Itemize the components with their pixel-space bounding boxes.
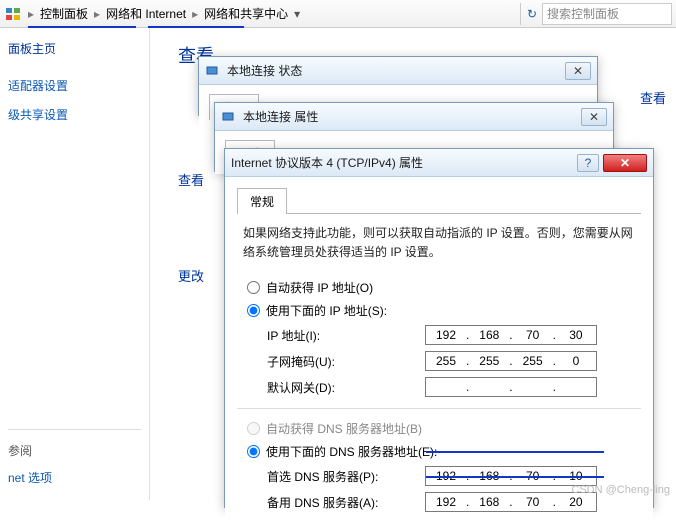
- radio-input[interactable]: [247, 304, 260, 317]
- radio-label: 使用下面的 IP 地址(S):: [266, 302, 387, 319]
- dialog-title: 本地连接 属性: [243, 108, 577, 125]
- annotation-underline: [426, 476, 604, 478]
- bg-text: 查看: [640, 88, 666, 107]
- help-button[interactable]: ?: [577, 154, 599, 172]
- tab-general[interactable]: 常规: [237, 188, 287, 214]
- radio-ip-auto[interactable]: 自动获得 IP 地址(O): [247, 276, 641, 299]
- dialog-tcpipv4-properties: Internet 协议版本 4 (TCP/IPv4) 属性 ? ✕ 常规 如果网…: [224, 148, 654, 508]
- titlebar[interactable]: Internet 协议版本 4 (TCP/IPv4) 属性 ? ✕: [225, 149, 653, 177]
- bg-text: 更改: [178, 266, 204, 285]
- sidebar-link-inet-options[interactable]: net 选项: [8, 463, 141, 492]
- titlebar[interactable]: 本地连接 状态 ✕: [199, 57, 597, 85]
- watermark: CSDN @Cheng-ling: [571, 484, 670, 496]
- network-icon: [205, 63, 221, 79]
- annotation-underline: [426, 451, 604, 453]
- chevron-right-icon: ▸: [92, 7, 102, 21]
- info-text: 如果网络支持此功能，则可以获取自动指派的 IP 设置。否则，您需要从网络系统管理…: [243, 224, 635, 262]
- dropdown-icon[interactable]: ▾: [292, 7, 302, 21]
- titlebar[interactable]: 本地连接 属性 ✕: [215, 103, 613, 131]
- close-button[interactable]: ✕: [581, 108, 607, 126]
- dns-mode-group: 自动获得 DNS 服务器地址(B) 使用下面的 DNS 服务器地址(E): 首选…: [247, 417, 641, 515]
- sidebar-title: 面板主页: [8, 40, 141, 57]
- annotation-underline: [148, 26, 244, 28]
- search-input[interactable]: 搜索控制面板: [542, 3, 672, 25]
- radio-input[interactable]: [247, 445, 260, 458]
- radio-input: [247, 422, 260, 435]
- ip-address-field[interactable]: 192.168.70.30: [425, 325, 597, 345]
- ip-mode-group: 自动获得 IP 地址(O) 使用下面的 IP 地址(S): IP 地址(I): …: [247, 276, 641, 400]
- radio-ip-manual[interactable]: 使用下面的 IP 地址(S):: [247, 299, 641, 322]
- label-dns2: 备用 DNS 服务器(A):: [267, 494, 425, 511]
- network-icon: [221, 109, 237, 125]
- radio-label: 自动获得 DNS 服务器地址(B): [266, 420, 422, 437]
- label-dns1: 首选 DNS 服务器(P):: [267, 468, 425, 485]
- sidebar-link-advanced-sharing[interactable]: 级共享设置: [8, 100, 141, 129]
- sidebar-link-adapter-settings[interactable]: 适配器设置: [8, 71, 141, 100]
- label-gateway: 默认网关(D):: [267, 379, 425, 396]
- close-button[interactable]: ✕: [565, 62, 591, 80]
- sidebar: 面板主页 适配器设置 级共享设置 参阅 net 选项: [0, 28, 150, 500]
- gateway-field[interactable]: ...: [425, 377, 597, 397]
- close-button[interactable]: ✕: [603, 154, 647, 172]
- control-panel-icon: [4, 5, 22, 23]
- radio-label: 自动获得 IP 地址(O): [266, 279, 373, 296]
- subnet-mask-field[interactable]: 255.255.255.0: [425, 351, 597, 371]
- breadcrumb: ▸ 控制面板 ▸ 网络和 Internet ▸ 网络和共享中心 ▾ ↻ 搜索控制…: [0, 0, 676, 28]
- radio-dns-auto: 自动获得 DNS 服务器地址(B): [247, 417, 641, 440]
- radio-label: 使用下面的 DNS 服务器地址(E):: [266, 443, 437, 460]
- breadcrumb-item[interactable]: 控制面板: [36, 5, 92, 22]
- refresh-icon[interactable]: ↻: [520, 3, 542, 25]
- chevron-right-icon: ▸: [190, 7, 200, 21]
- label-ip: IP 地址(I):: [267, 327, 425, 344]
- chevron-right-icon: ▸: [26, 7, 36, 21]
- radio-input[interactable]: [247, 281, 260, 294]
- dialog-title: 本地连接 状态: [227, 62, 561, 79]
- breadcrumb-item[interactable]: 网络和 Internet: [102, 5, 190, 22]
- bg-text: 查看: [178, 170, 204, 189]
- label-mask: 子网掩码(U):: [267, 353, 425, 370]
- sidebar-footer-seealso: 参阅: [8, 438, 141, 463]
- dialog-title: Internet 协议版本 4 (TCP/IPv4) 属性: [231, 154, 573, 171]
- breadcrumb-item[interactable]: 网络和共享中心: [200, 5, 292, 22]
